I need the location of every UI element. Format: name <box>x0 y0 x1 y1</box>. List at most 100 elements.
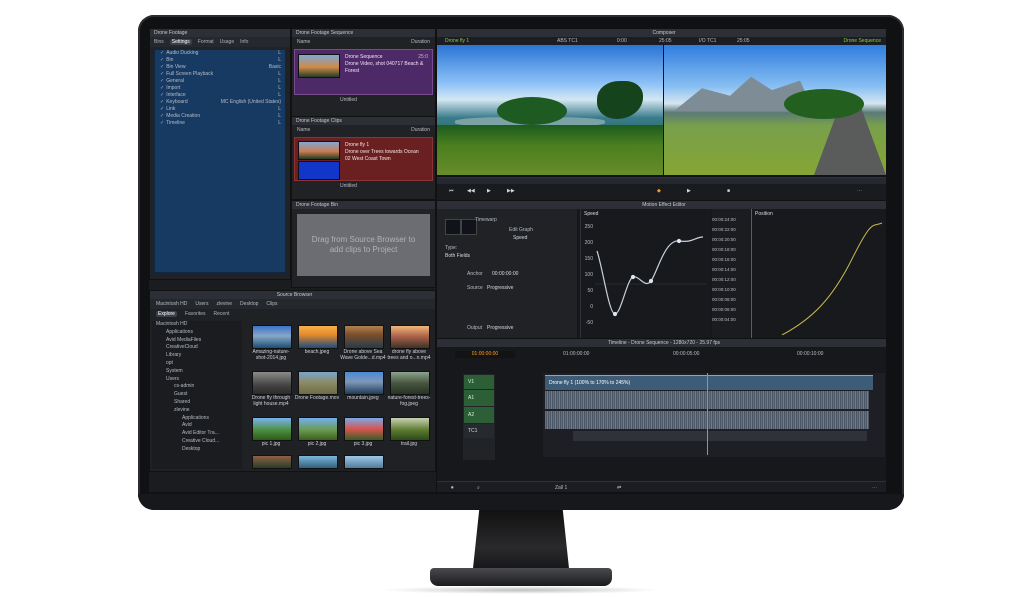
settings-item[interactable]: ✓ Timeline L <box>155 120 285 127</box>
settings-item[interactable]: ✓ Bin L <box>155 57 285 64</box>
timeline-more-icon[interactable]: ⋯ <box>872 485 877 491</box>
file-thumb[interactable] <box>390 417 430 441</box>
tree-item[interactable]: zlevine <box>156 407 242 415</box>
keyframe-dot[interactable] <box>630 274 636 280</box>
tab-favorites[interactable]: Favorites <box>185 311 206 317</box>
settings-item[interactable]: ✓ Import L <box>155 85 285 92</box>
settings-item[interactable]: ✓ Full Screen Playback L <box>155 71 285 78</box>
speed-field[interactable]: Speed <box>513 235 527 241</box>
file-thumb[interactable] <box>252 455 292 469</box>
tab-explore[interactable]: Explore <box>156 311 177 317</box>
composer-position-bar[interactable] <box>437 178 886 184</box>
file-thumb[interactable] <box>344 417 384 441</box>
breadcrumb-item[interactable]: Macintosh HD <box>156 301 187 307</box>
file-thumb[interactable] <box>344 371 384 395</box>
position-graph[interactable]: Position <box>751 209 886 339</box>
timeline-zoom-icon[interactable]: ⌕ <box>477 485 480 491</box>
composer-right-video[interactable] <box>664 45 886 175</box>
tree-item[interactable]: Shared <box>156 399 242 407</box>
tree-item[interactable]: Library <box>156 352 242 360</box>
track-a2[interactable]: A2 <box>464 407 494 423</box>
mark-in-icon[interactable]: ◆ <box>657 188 661 194</box>
type-value[interactable]: Both Fields <box>445 253 470 259</box>
settings-item[interactable]: ✓ Keyboard MC English (United States) <box>155 99 285 106</box>
settings-item[interactable]: ✓ General L <box>155 78 285 85</box>
breadcrumb-item[interactable]: zlevine <box>216 301 232 307</box>
tree-item[interactable]: Creative Cloud... <box>156 438 242 446</box>
file-thumb[interactable] <box>344 325 384 349</box>
breadcrumb-item[interactable]: Clips <box>266 301 277 307</box>
step-back-icon[interactable]: ◀◀ <box>467 188 475 194</box>
file-thumb[interactable] <box>252 325 292 349</box>
tab-bins[interactable]: Bins <box>154 39 164 45</box>
tree-item[interactable]: Macintosh HD <box>156 321 242 329</box>
keyframe-dot[interactable] <box>676 238 682 244</box>
tree-item[interactable]: Users <box>156 376 242 384</box>
settings-item[interactable]: ✓ Media Creation L <box>155 113 285 120</box>
speed-graph[interactable]: Speed 250 200 150 100 50 0 -50 <box>580 209 711 339</box>
track-a1[interactable]: A1 <box>464 390 494 406</box>
tree-item[interactable]: Applications <box>156 415 242 423</box>
file-thumb[interactable] <box>298 417 338 441</box>
composer-left-video[interactable] <box>437 45 663 175</box>
file-thumb[interactable] <box>298 455 338 469</box>
tab-settings[interactable]: Settings <box>169 39 192 45</box>
clip-row[interactable]: Drone fly 1 Drone over Trees towards Oce… <box>294 137 433 181</box>
position-tick: 00:00:22:00 <box>712 227 736 232</box>
tree-item[interactable]: Applications <box>156 329 242 337</box>
settings-item[interactable]: ✓ Audio Ducking L <box>155 50 285 57</box>
position-header: Position <box>755 211 773 217</box>
tab-info[interactable]: Info <box>240 39 248 45</box>
composer-more-icon[interactable]: ⋯ <box>857 188 862 194</box>
tab-format[interactable]: Format <box>198 39 214 45</box>
rewind-icon[interactable]: ⏮ <box>449 188 454 194</box>
file-thumb[interactable] <box>390 325 430 349</box>
tree-item[interactable]: System <box>156 368 242 376</box>
tree-item[interactable]: opt <box>156 360 242 368</box>
source-value[interactable]: Progressive <box>487 285 513 291</box>
timeline-footer: ⏺ ⌕ Zall 1 ⇄ ⋯ <box>437 481 886 492</box>
timeline-title: Timeline - Drone Sequence - 1280x720 - 2… <box>437 339 886 347</box>
settings-item[interactable]: ✓ Link L <box>155 106 285 113</box>
file-thumb[interactable] <box>252 371 292 395</box>
file-name: pic 3.jpg <box>353 441 373 447</box>
step-forward-icon[interactable]: ▶▶ <box>507 188 515 194</box>
monitor-stand <box>472 510 570 572</box>
composer-play-icon[interactable]: ▶ <box>687 188 691 194</box>
sequence-row[interactable]: Drone Sequence Drone Video, shot 040717 … <box>294 49 433 95</box>
file-thumb[interactable] <box>252 417 292 441</box>
file-thumb[interactable] <box>344 455 384 469</box>
settings-item[interactable]: ✓ Interface L <box>155 92 285 99</box>
tree-item[interactable]: CreativeCloud <box>156 344 242 352</box>
playhead[interactable] <box>707 373 708 455</box>
file-thumb[interactable] <box>298 325 338 349</box>
track-v1[interactable]: V1 <box>464 375 494 389</box>
composer-stop-icon[interactable]: ■ <box>727 188 730 194</box>
breadcrumb-item[interactable]: Desktop <box>240 301 258 307</box>
keyframe-dot[interactable] <box>648 278 654 284</box>
timeline-tracks[interactable]: Drone fly 1 (100% to 170% to 245%) <box>543 373 885 457</box>
breadcrumb-item[interactable]: Users <box>195 301 208 307</box>
timeline-fit-icon[interactable]: ⇄ <box>617 485 621 491</box>
play-icon[interactable]: ▶ <box>487 188 491 194</box>
video-clip[interactable]: Drone fly 1 (100% to 170% to 245%) <box>545 375 873 390</box>
drop-zone[interactable]: Drag from Source Browser to add clips to… <box>297 214 430 276</box>
file-thumb[interactable] <box>298 371 338 395</box>
monitor-chin <box>138 494 904 510</box>
tree-item[interactable]: cs-admin <box>156 383 242 391</box>
tab-recent[interactable]: Recent <box>214 311 230 317</box>
timeline-tool-icon[interactable]: ⏺ <box>451 485 454 491</box>
tab-usage[interactable]: Usage <box>220 39 234 45</box>
tree-item[interactable]: Avid <box>156 422 242 430</box>
tree-item[interactable]: Desktop <box>156 446 242 454</box>
keyframe-dot[interactable] <box>612 311 618 317</box>
anchor-value[interactable]: 00:00:00:00 <box>492 271 518 277</box>
track-tc1[interactable]: TC1 <box>464 424 494 438</box>
file-thumb[interactable] <box>390 371 430 395</box>
tree-item[interactable]: Avid Editor Tra... <box>156 430 242 438</box>
tree-item[interactable]: Avid MediaFiles <box>156 337 242 345</box>
tree-item[interactable]: Guest <box>156 391 242 399</box>
settings-item[interactable]: ✓ Bin View Basic <box>155 64 285 71</box>
foreground-foliage <box>437 125 663 175</box>
output-value[interactable]: Progressive <box>487 325 513 331</box>
